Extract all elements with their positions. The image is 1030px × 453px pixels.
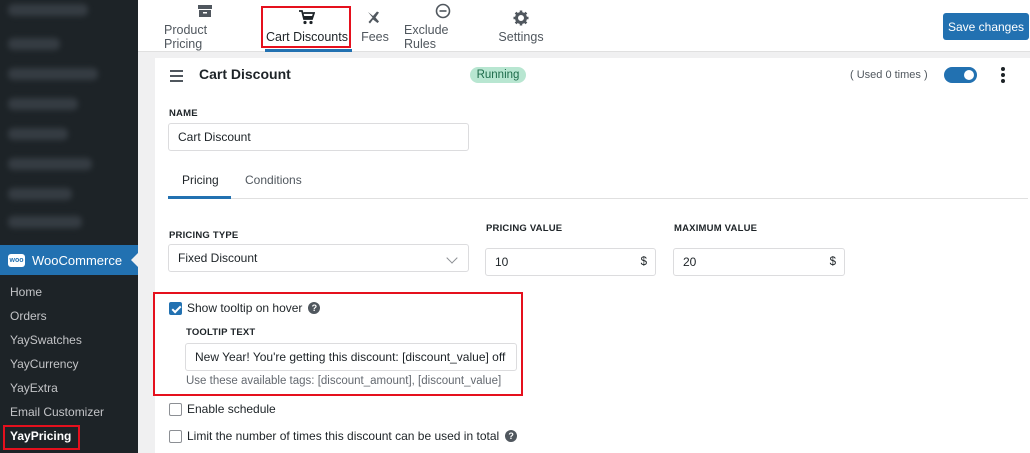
sidebar-item-orders[interactable]: Orders: [0, 304, 138, 328]
sidebar-item-yaycurrency[interactable]: YayCurrency: [0, 352, 138, 376]
tab-product-pricing[interactable]: Product Pricing: [164, 0, 246, 52]
tooltip-tags-hint: Use these available tags: [discount_amou…: [186, 375, 502, 387]
rule-header: Cart Discount Running ( Used 0 times ): [155, 58, 1030, 92]
show-tooltip-label[interactable]: Show tooltip on hover: [187, 301, 302, 315]
sidebar-item-yayswatches[interactable]: YaySwatches: [0, 328, 138, 352]
maximum-value-label: MAXIMUM VALUE: [674, 223, 758, 234]
tab-exclude-rules[interactable]: Exclude Rules: [404, 0, 482, 52]
chevron-down-icon: [446, 252, 458, 264]
pricing-type-label: PRICING TYPE: [169, 230, 239, 241]
currency-suffix: $: [829, 256, 836, 268]
usage-limit-label[interactable]: Limit the number of times this discount …: [187, 429, 499, 443]
save-changes-button[interactable]: Save changes: [943, 13, 1029, 40]
active-menu-arrow: [131, 253, 138, 267]
admin-sidebar: woo WooCommerce Home Orders YaySwatches …: [0, 0, 138, 453]
active-tab-indicator: [168, 196, 231, 199]
archive-icon: [197, 2, 213, 20]
tab-settings[interactable]: Settings: [496, 0, 546, 52]
cart-discounts-highlight-box: [261, 6, 351, 48]
rule-enabled-toggle[interactable]: [944, 67, 977, 83]
minus-circle-icon: [435, 2, 451, 20]
usage-count: ( Used 0 times ): [850, 69, 928, 81]
sidebar-item-email-customizer[interactable]: Email Customizer: [0, 400, 138, 424]
enable-schedule-row: Enable schedule: [169, 402, 276, 416]
maximum-value: 20: [683, 255, 697, 269]
enable-schedule-checkbox[interactable]: [169, 402, 182, 416]
yaypricing-highlight-box: [3, 425, 80, 450]
discount-rule-card: Cart Discount Running ( Used 0 times ) N…: [153, 58, 1030, 453]
gear-icon: [513, 9, 529, 27]
sidebar-item-label: WooCommerce: [32, 252, 123, 268]
usage-limit-row: Limit the number of times this discount …: [169, 429, 518, 443]
usage-limit-checkbox[interactable]: [169, 429, 182, 443]
sidebar-item-home[interactable]: Home: [0, 280, 138, 304]
pricing-type-select[interactable]: Fixed Discount: [168, 244, 469, 272]
pricing-type-value: Fixed Discount: [178, 251, 258, 265]
woocommerce-submenu: Home Orders YaySwatches YayCurrency YayE…: [0, 280, 138, 448]
help-icon[interactable]: ?: [308, 302, 321, 314]
drag-handle-icon[interactable]: [170, 70, 183, 85]
woocommerce-logo-icon: woo: [8, 253, 25, 267]
name-value: Cart Discount: [178, 130, 251, 144]
show-tooltip-row: Show tooltip on hover ?: [169, 301, 321, 315]
more-options-icon[interactable]: [1001, 67, 1005, 85]
pricing-value-label: PRICING VALUE: [486, 223, 563, 234]
tab-label: Product Pricing: [164, 22, 208, 51]
currency-suffix: $: [640, 256, 647, 268]
sidebar-item-woocommerce[interactable]: woo WooCommerce: [0, 245, 138, 275]
tab-label: Fees: [361, 29, 389, 44]
tab-pricing[interactable]: Pricing: [182, 173, 219, 187]
tab-conditions[interactable]: Conditions: [245, 173, 302, 187]
tooltip-text-label: TOOLTIP TEXT: [186, 327, 256, 338]
tab-divider: [168, 198, 1028, 199]
plugin-top-nav: Product Pricing Cart Discounts Fees Excl…: [138, 0, 1030, 52]
pricing-value-input[interactable]: 10 $: [485, 248, 656, 276]
name-label: NAME: [169, 108, 198, 119]
status-badge: Running: [470, 67, 526, 83]
plane-icon: [367, 9, 383, 27]
sidebar-item-yayextra[interactable]: YayExtra: [0, 376, 138, 400]
help-icon[interactable]: ?: [505, 430, 518, 442]
tab-label: Settings: [498, 29, 544, 44]
rule-title: Cart Discount: [199, 66, 291, 82]
tooltip-text-input[interactable]: New Year! You're getting this discount: …: [185, 343, 517, 371]
tab-label: Exclude Rules: [404, 22, 449, 51]
pricing-value: 10: [495, 255, 509, 269]
show-tooltip-checkbox[interactable]: [169, 301, 182, 315]
enable-schedule-label[interactable]: Enable schedule: [187, 402, 276, 416]
maximum-value-input[interactable]: 20 $: [673, 248, 845, 276]
active-tab-indicator: [265, 49, 352, 52]
tab-fees[interactable]: Fees: [358, 0, 392, 52]
tooltip-text-value: New Year! You're getting this discount: …: [195, 350, 506, 364]
name-input[interactable]: Cart Discount: [168, 123, 469, 151]
blurred-menu-items: [0, 0, 138, 240]
